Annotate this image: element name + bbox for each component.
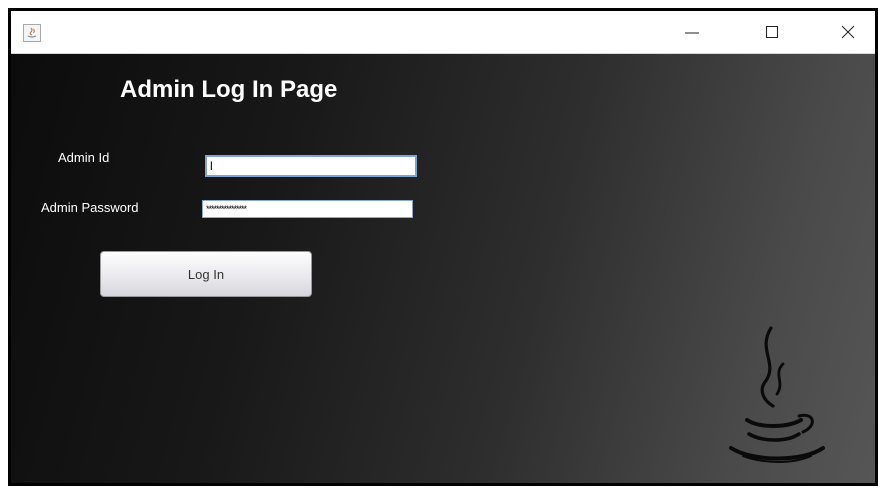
page-title: Admin Log In Page <box>120 76 338 103</box>
java-app-icon <box>23 24 41 42</box>
close-icon <box>841 25 855 39</box>
admin-password-label: Admin Password <box>41 200 139 215</box>
admin-password-input[interactable] <box>202 200 413 218</box>
login-panel: Admin Log In Page Admin Id Admin Passwor… <box>11 54 875 483</box>
login-button[interactable]: Log In <box>100 251 312 297</box>
minimize-button[interactable] <box>669 11 715 53</box>
java-logo-icon <box>729 326 825 463</box>
close-button[interactable] <box>825 11 871 53</box>
maximize-icon <box>766 26 778 38</box>
minimize-icon <box>685 32 699 34</box>
maximize-button[interactable] <box>749 11 795 53</box>
title-bar[interactable] <box>11 11 875 54</box>
admin-id-input[interactable] <box>205 155 417 177</box>
app-window: Admin Log In Page Admin Id Admin Passwor… <box>8 8 878 486</box>
admin-id-label: Admin Id <box>58 150 110 165</box>
